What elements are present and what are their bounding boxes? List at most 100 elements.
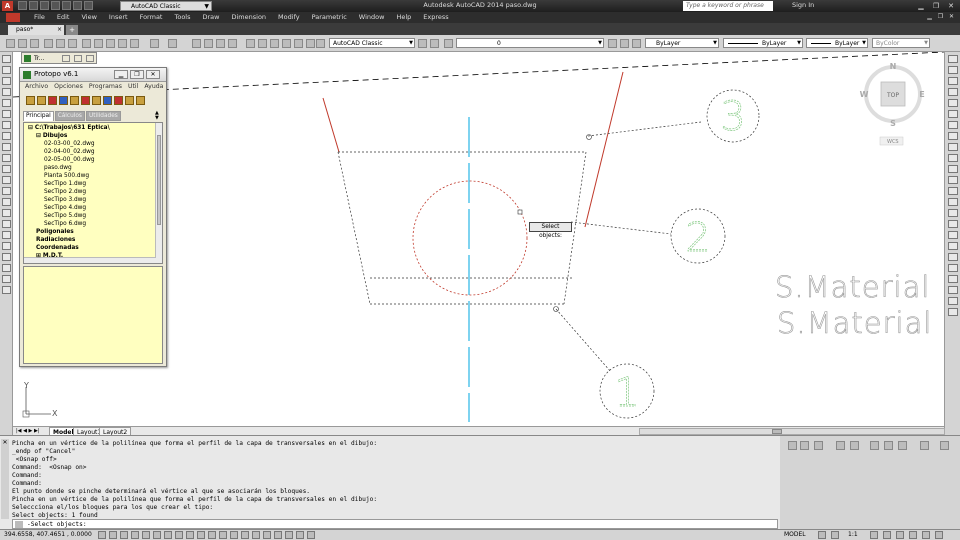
protopo-tool-4-icon[interactable] <box>59 96 68 105</box>
menu-tools[interactable]: Tools <box>168 12 196 23</box>
protopo-tab-2[interactable]: Utilidades <box>85 111 121 121</box>
sign-in-button[interactable]: Sign In <box>792 1 814 9</box>
coordinates-readout[interactable]: 394.6558, 407.4651 , 0.0000 <box>4 530 92 540</box>
panel-save-icon[interactable] <box>800 441 809 450</box>
protopo-minimize-button[interactable]: ▁ <box>114 70 128 79</box>
modify-tool-17-icon[interactable] <box>948 231 958 239</box>
undo-icon[interactable] <box>150 39 159 48</box>
menu-format[interactable]: Format <box>134 12 169 23</box>
document-icon[interactable] <box>6 13 20 22</box>
properties-icon[interactable] <box>246 39 255 48</box>
tree-node[interactable]: 02-04-00_02.dwg <box>44 149 95 156</box>
draw-tool-13-icon[interactable] <box>2 187 11 195</box>
tree-node[interactable]: 02-05-00_00.dwg <box>44 157 95 164</box>
layer-states-icon[interactable] <box>632 39 641 48</box>
protopo-menu-opciones[interactable]: Opciones <box>51 82 86 92</box>
status-toggle-11-icon[interactable] <box>208 531 216 539</box>
menu-insert[interactable]: Insert <box>103 12 134 23</box>
protopo-tool-8-icon[interactable] <box>103 96 112 105</box>
modify-tool-9-icon[interactable] <box>948 143 958 151</box>
status-toggle-20-icon[interactable] <box>307 531 315 539</box>
tree-scroll-thumb[interactable] <box>157 135 161 225</box>
draw-tool-6-icon[interactable] <box>2 110 11 118</box>
annotation-scale[interactable]: 1:1 <box>848 530 858 540</box>
publish-icon[interactable] <box>68 39 77 48</box>
viewcube-west[interactable]: W <box>860 90 869 99</box>
panel-open-icon[interactable] <box>788 441 797 450</box>
maximize-button[interactable]: ❐ <box>929 1 943 11</box>
modify-tool-22-icon[interactable] <box>948 286 958 294</box>
modify-tool-15-icon[interactable] <box>948 209 958 217</box>
protopo-menu-archivo[interactable]: Archivo <box>22 82 51 92</box>
match-properties-icon[interactable] <box>118 39 127 48</box>
menu-file[interactable]: File <box>28 12 51 23</box>
draw-tool-7-icon[interactable] <box>2 121 11 129</box>
tree-node[interactable]: Poligonales <box>36 229 74 236</box>
protopo-maximize-button[interactable]: ❐ <box>130 70 144 79</box>
pan-icon[interactable] <box>192 39 201 48</box>
viewcube-east[interactable]: E <box>919 90 924 99</box>
protopo-tool-9-icon[interactable] <box>114 96 123 105</box>
project-tree[interactable]: ⊟ C:\Trabajos\631 Eptica\ ⊟ Dibujos 02-03-00… <box>23 122 163 264</box>
mini-palette-window[interactable]: Tr... <box>21 52 97 64</box>
horizontal-scroll-thumb[interactable] <box>772 429 782 434</box>
tool-palettes-icon[interactable] <box>270 39 279 48</box>
command-line-input[interactable]: -Select objects: <box>12 519 778 529</box>
callout-3-leader[interactable] <box>587 121 702 137</box>
draw-tool-2-icon[interactable] <box>2 66 11 74</box>
status-tray-6-icon[interactable] <box>883 531 891 539</box>
modify-tool-18-icon[interactable] <box>948 242 958 250</box>
menu-express[interactable]: Express <box>417 12 454 23</box>
menu-view[interactable]: View <box>75 12 102 23</box>
draw-tool-19-icon[interactable] <box>2 253 11 261</box>
status-toggle-14-icon[interactable] <box>241 531 249 539</box>
modify-tool-5-icon[interactable] <box>948 99 958 107</box>
scroll-down-icon[interactable]: ▼ <box>155 116 162 121</box>
tree-node[interactable]: SecTipo 3.dwg <box>44 197 86 204</box>
protopo-tool-2-icon[interactable] <box>37 96 46 105</box>
menu-parametric[interactable]: Parametric <box>306 12 353 23</box>
modify-tool-23-icon[interactable] <box>948 297 958 305</box>
status-toggle-6-icon[interactable] <box>153 531 161 539</box>
tree-node[interactable]: SecTipo 1.dwg <box>44 181 86 188</box>
viewcube-north[interactable]: N <box>890 62 897 71</box>
status-tray-1-icon[interactable] <box>818 531 826 539</box>
right-slope-line[interactable] <box>584 71 624 228</box>
draw-tool-20-icon[interactable] <box>2 264 11 272</box>
status-tray-9-icon[interactable] <box>922 531 930 539</box>
menu-help[interactable]: Help <box>390 12 417 23</box>
expand-icon[interactable]: ⊞ <box>36 253 41 259</box>
modify-tool-19-icon[interactable] <box>948 253 958 261</box>
draw-tool-18-icon[interactable] <box>2 242 11 250</box>
modify-tool-24-icon[interactable] <box>948 308 958 316</box>
modify-tool-16-icon[interactable] <box>948 220 958 228</box>
tree-node[interactable]: Coordenadas <box>36 245 79 252</box>
command-window-close-button[interactable]: ✕ <box>1 439 9 519</box>
zoom-realtime-icon[interactable] <box>204 39 213 48</box>
status-toggle-2-icon[interactable] <box>109 531 117 539</box>
draw-tool-15-icon[interactable] <box>2 209 11 217</box>
left-slope-line[interactable] <box>322 97 340 153</box>
draw-tool-14-icon[interactable] <box>2 198 11 206</box>
modify-tool-3-icon[interactable] <box>948 77 958 85</box>
status-toggle-10-icon[interactable] <box>197 531 205 539</box>
tree-node[interactable]: Radiaciones <box>36 237 75 244</box>
modify-tool-11-icon[interactable] <box>948 165 958 173</box>
status-toggle-5-icon[interactable] <box>142 531 150 539</box>
open-icon[interactable] <box>18 39 27 48</box>
status-toggle-4-icon[interactable] <box>131 531 139 539</box>
panel-align-icon[interactable] <box>814 441 823 450</box>
modify-tool-6-icon[interactable] <box>948 110 958 118</box>
doc-minimize-button[interactable]: ▁ <box>925 13 934 22</box>
menu-draw[interactable]: Draw <box>197 12 226 23</box>
panel-snap-icon[interactable] <box>836 441 845 450</box>
file-tab-paso[interactable]: paso* × <box>8 25 64 35</box>
section-left-side[interactable] <box>337 151 371 305</box>
panel-style-icon[interactable] <box>870 441 879 450</box>
layer-combo[interactable]: 0 ▼ <box>456 38 604 48</box>
modify-tool-4-icon[interactable] <box>948 88 958 96</box>
menu-window[interactable]: Window <box>353 12 391 23</box>
tree-node[interactable]: ⊞ M.D.T. <box>36 253 63 260</box>
modify-tool-21-icon[interactable] <box>948 275 958 283</box>
markup-icon[interactable] <box>294 39 303 48</box>
